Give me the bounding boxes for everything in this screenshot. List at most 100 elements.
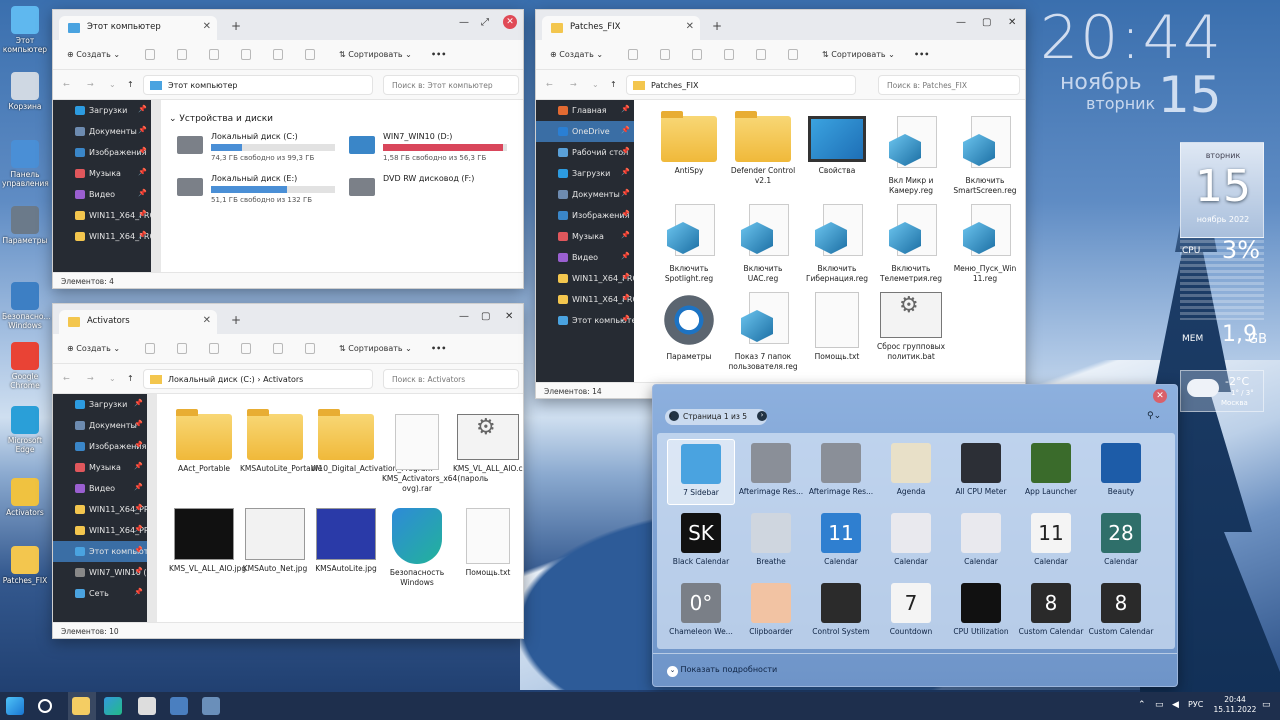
nav-item[interactable]: Изображения 📌 bbox=[536, 205, 634, 226]
drive-tile[interactable]: Локальный диск (C:) 74,3 ГБ свободно из 9… bbox=[177, 130, 347, 166]
cut-icon[interactable] bbox=[145, 343, 155, 354]
nav-item[interactable]: WIN7_WIN10 (D 📌 bbox=[53, 562, 147, 583]
copy-icon[interactable] bbox=[177, 49, 187, 60]
maximize-button[interactable]: ▢ bbox=[481, 311, 490, 322]
gadget-item[interactable]: Control System bbox=[807, 579, 875, 645]
tab-activators[interactable]: Activators ✕ bbox=[59, 310, 217, 334]
gadget-item[interactable]: Beauty bbox=[1087, 439, 1155, 505]
file-item[interactable]: KMSAutoLite_Portable bbox=[240, 409, 322, 474]
nav-item[interactable]: Документы 📌 bbox=[53, 415, 147, 436]
paste-icon[interactable] bbox=[209, 343, 219, 354]
file-item[interactable]: Безопасность Windows bbox=[382, 508, 452, 587]
nav-item[interactable]: Изображения 📌 bbox=[53, 142, 151, 163]
notifications-icon[interactable]: ▭ bbox=[1262, 700, 1271, 710]
nav-item[interactable]: Документы 📌 bbox=[536, 184, 634, 205]
file-item[interactable]: KMSAutoLite.jpg bbox=[311, 508, 381, 574]
file-item[interactable]: Показ 7 папок пользователя.reg bbox=[728, 292, 798, 371]
section-header[interactable]: ⌄ Устройства и диски bbox=[169, 114, 273, 124]
back-icon[interactable]: ← bbox=[546, 80, 553, 89]
back-icon[interactable]: ← bbox=[63, 80, 70, 89]
gadget-item[interactable]: Calendar bbox=[947, 509, 1015, 575]
photos-icon[interactable] bbox=[170, 697, 188, 715]
gadget-item[interactable]: 28 Calendar bbox=[1087, 509, 1155, 575]
nav-item[interactable]: Главная 📌 bbox=[536, 100, 634, 121]
share-icon[interactable] bbox=[273, 343, 283, 354]
desktop-icon[interactable]: Activators bbox=[2, 478, 48, 517]
minimize-button[interactable]: — bbox=[459, 311, 469, 322]
gadget-item[interactable]: 7 Countdown bbox=[877, 579, 945, 645]
new-tab-button[interactable]: + bbox=[712, 19, 722, 33]
explorer-window-patches[interactable]: Patches_FIX ✕ + — ▢ ✕ ⊕ Создать ⌄ ⇅ Сорти… bbox=[535, 9, 1026, 399]
file-item[interactable]: Помощь.txt bbox=[802, 292, 872, 362]
file-item[interactable]: Помощь.txt bbox=[453, 508, 523, 578]
file-item[interactable]: Включить Spotlight.reg bbox=[654, 204, 724, 283]
nav-item[interactable]: Загрузки 📌 bbox=[53, 100, 151, 121]
desktop-icon[interactable]: Панель управления bbox=[2, 140, 49, 188]
close-tab-icon[interactable]: ✕ bbox=[203, 21, 211, 32]
minimize-button[interactable]: — bbox=[956, 17, 966, 28]
up-icon[interactable]: ↑ bbox=[127, 80, 134, 89]
nav-item[interactable]: Загрузки 📌 bbox=[536, 163, 634, 184]
gadget-item[interactable]: 11 Calendar bbox=[807, 509, 875, 575]
sort-button[interactable]: ⇅ Сортировать ⌄ bbox=[339, 50, 412, 59]
edge-icon[interactable] bbox=[104, 697, 122, 715]
desktop-icon[interactable]: Безопасно... Windows bbox=[2, 282, 51, 330]
gadget-item[interactable]: Afterimage Res... bbox=[737, 439, 805, 505]
nav-item[interactable]: Рабочий стол 📌 bbox=[536, 142, 634, 163]
desktop-icon[interactable]: Google Chrome bbox=[2, 342, 48, 390]
tray-chevron-icon[interactable]: ⌃ bbox=[1138, 700, 1146, 710]
copy-icon[interactable] bbox=[660, 49, 670, 60]
file-item[interactable]: Включить SmartScreen.reg bbox=[950, 116, 1020, 195]
desktop-icon[interactable]: Этот компьютер bbox=[2, 6, 48, 54]
up-icon[interactable]: ↑ bbox=[127, 374, 134, 383]
search-input[interactable]: Поиск в: Activators bbox=[383, 369, 519, 389]
drive-tile[interactable]: WIN7_WIN10 (D:) 1,58 ГБ свободно из 56,3 … bbox=[349, 130, 519, 166]
gadget-item[interactable]: 7 Sidebar bbox=[667, 439, 735, 505]
file-item[interactable]: Defender Control v2.1 bbox=[728, 111, 798, 185]
gadget-item[interactable]: 8 Custom Calendar bbox=[1017, 579, 1085, 645]
file-item[interactable]: KMSAuto_Net.jpg bbox=[240, 508, 310, 574]
nav-item[interactable]: Видео 📌 bbox=[53, 184, 151, 205]
search-gadgets-icon[interactable]: ⚲⌄ bbox=[1147, 411, 1161, 421]
gadget-item[interactable]: 8 Custom Calendar bbox=[1087, 579, 1155, 645]
nav-item[interactable]: WIN11_X64_PRO_📌 bbox=[536, 289, 634, 310]
prev-page-icon[interactable]: ‹ bbox=[669, 411, 679, 421]
desktop-icon[interactable]: Microsoft Edge bbox=[2, 406, 48, 454]
file-item[interactable]: Параметры bbox=[654, 292, 724, 362]
forward-icon[interactable]: → bbox=[87, 80, 94, 89]
nav-item[interactable]: Видео 📌 bbox=[53, 478, 147, 499]
rename-icon[interactable] bbox=[241, 343, 251, 354]
back-icon[interactable]: ← bbox=[63, 374, 70, 383]
language-indicator[interactable]: РУС bbox=[1188, 700, 1203, 709]
search-input[interactable]: Поиск в: Patches_FIX bbox=[878, 75, 1020, 95]
file-item[interactable]: AntiSpy bbox=[654, 111, 724, 176]
file-item[interactable]: KMS_Activators_x64(пароль ovg).rar bbox=[382, 414, 488, 493]
more-button[interactable]: ••• bbox=[431, 344, 446, 353]
search-input[interactable]: Поиск в: Этот компьютер bbox=[383, 75, 519, 95]
delete-icon[interactable] bbox=[788, 49, 798, 60]
paste-icon[interactable] bbox=[692, 49, 702, 60]
more-button[interactable]: ••• bbox=[431, 50, 446, 59]
path-input[interactable]: Patches_FIX bbox=[626, 75, 856, 95]
gadget-item[interactable]: Afterimage Res... bbox=[807, 439, 875, 505]
file-item[interactable]: W10_Digital_Activation_Program bbox=[311, 409, 433, 474]
new-tab-button[interactable]: + bbox=[231, 19, 241, 33]
tab-this-pc[interactable]: Этот компьютер ✕ bbox=[59, 16, 217, 40]
gadget-item[interactable]: 11 Calendar bbox=[1017, 509, 1085, 575]
gadget-item[interactable]: Calendar bbox=[877, 509, 945, 575]
gadgets-gallery-window[interactable]: ✕ ‹ Страница 1 из 5 › ⚲⌄ 7 Sidebar Afteri… bbox=[652, 384, 1178, 687]
nav-item[interactable]: Музыка 📌 bbox=[53, 457, 147, 478]
start-icon[interactable] bbox=[6, 697, 24, 715]
scrollbar[interactable] bbox=[147, 394, 157, 624]
gadget-item[interactable]: 0° Chameleon We... bbox=[667, 579, 735, 645]
file-item[interactable]: Включить Телеметрия.reg bbox=[876, 204, 946, 283]
file-item[interactable]: Свойства bbox=[802, 116, 872, 176]
sort-button[interactable]: ⇅ Сортировать ⌄ bbox=[822, 50, 895, 59]
search-icon[interactable] bbox=[38, 699, 52, 713]
nav-item[interactable]: WIN11_X64_PRO_📌 bbox=[53, 205, 151, 226]
close-button[interactable]: ✕ bbox=[1153, 389, 1167, 403]
delete-icon[interactable] bbox=[305, 49, 315, 60]
more-button[interactable]: ••• bbox=[914, 50, 929, 59]
gadget-item[interactable]: App Launcher bbox=[1017, 439, 1085, 505]
nav-item[interactable]: OneDrive 📌 bbox=[536, 121, 634, 142]
